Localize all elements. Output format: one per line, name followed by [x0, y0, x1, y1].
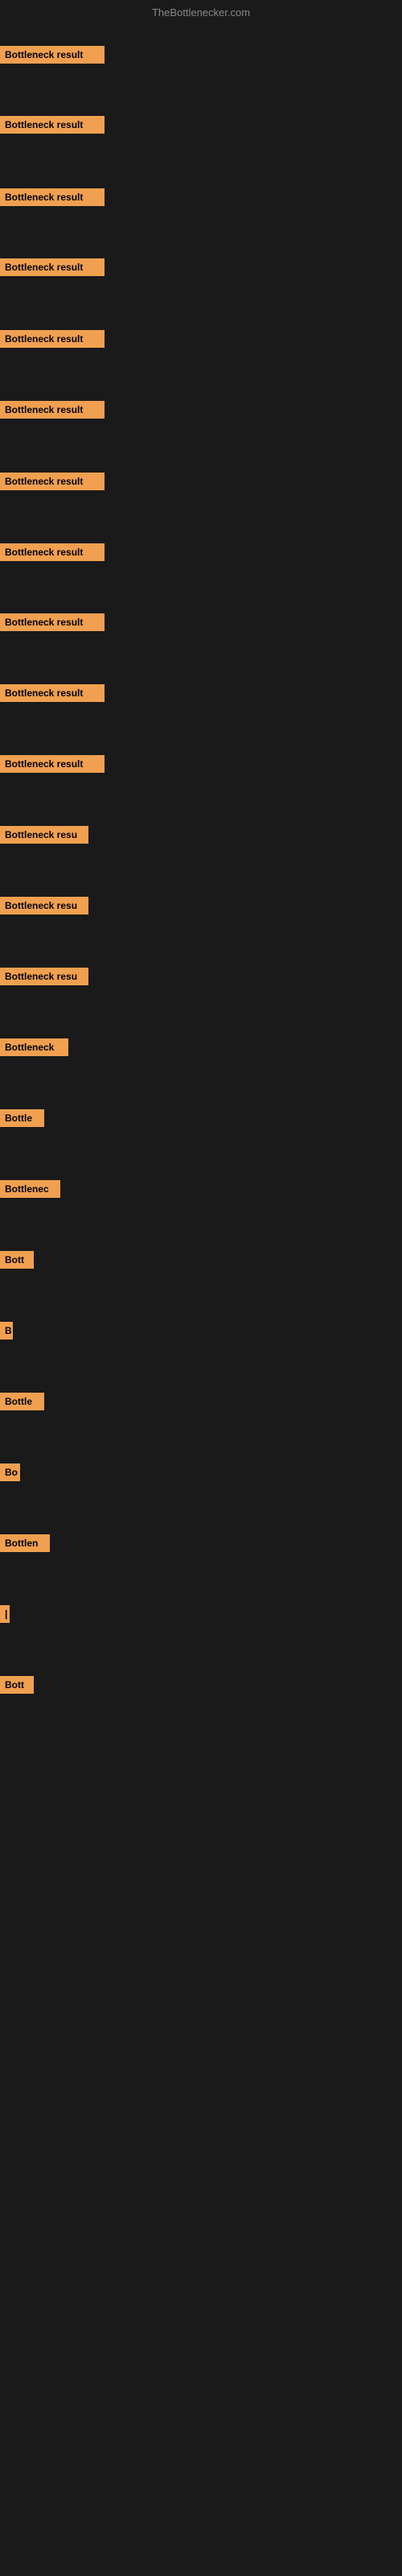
bottleneck-result-label: Bottleneck result [0, 116, 105, 134]
bottleneck-result-label: Bottle [0, 1109, 44, 1127]
bottleneck-result-label: B [0, 1322, 13, 1340]
bottleneck-result-label: Bottleneck result [0, 755, 105, 773]
bottleneck-result-label: Bo [0, 1463, 20, 1481]
bottleneck-result-label: Bottleneck result [0, 473, 105, 490]
bottleneck-result-label: | [0, 1605, 10, 1623]
bottleneck-result-label: Bottleneck result [0, 613, 105, 631]
bottleneck-result-label: Bottleneck result [0, 46, 105, 64]
bottleneck-result-label: Bottleneck result [0, 188, 105, 206]
bottleneck-result-label: Bottleneck result [0, 258, 105, 276]
bottleneck-result-label: Bottleneck resu [0, 897, 88, 914]
bottleneck-result-label: Bottleneck resu [0, 968, 88, 985]
bottleneck-result-label: Bottle [0, 1393, 44, 1410]
bottleneck-result-label: Bottleneck result [0, 401, 105, 419]
bottleneck-result-label: Bottleneck result [0, 330, 105, 348]
site-title: TheBottlenecker.com [0, 6, 402, 19]
bottleneck-result-label: Bottleneck result [0, 684, 105, 702]
bottleneck-result-label: Bottleneck [0, 1038, 68, 1056]
bottleneck-result-label: Bott [0, 1251, 34, 1269]
bottleneck-result-label: Bott [0, 1676, 34, 1694]
bottleneck-result-label: Bottleneck resu [0, 826, 88, 844]
bottleneck-result-label: Bottlenec [0, 1180, 60, 1198]
bottleneck-result-label: Bottlen [0, 1534, 50, 1552]
bottleneck-result-label: Bottleneck result [0, 543, 105, 561]
